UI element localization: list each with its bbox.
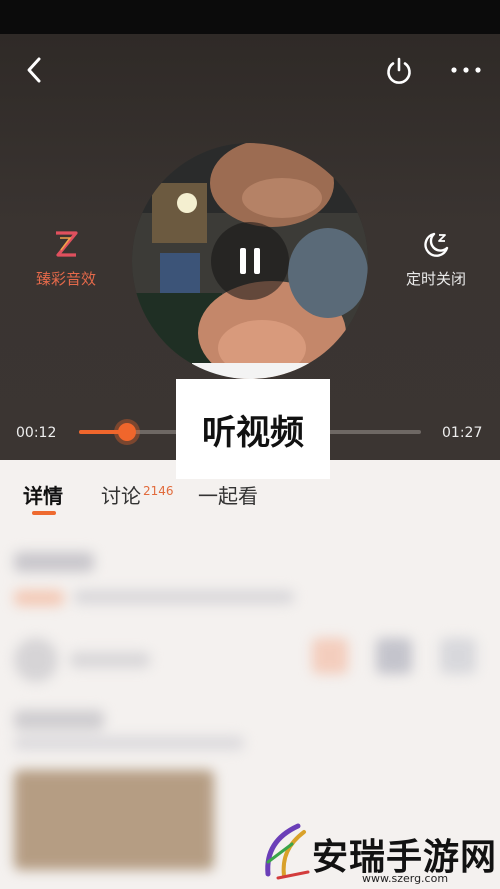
sound-effect-button[interactable]: 臻彩音效 <box>22 230 110 289</box>
more-options-button[interactable] <box>446 52 486 88</box>
blurred-author <box>70 652 150 668</box>
watermark: 安瑞手游网 www.szerg.com <box>252 818 500 889</box>
total-time: 01:27 <box>442 425 483 441</box>
blurred-section-title <box>14 710 104 730</box>
pause-icon <box>240 248 260 274</box>
tab-discuss[interactable]: 讨论 2146 <box>101 480 174 509</box>
blurred-avatar <box>14 638 58 682</box>
blurred-action-3 <box>440 638 476 674</box>
tab-details-label: 详情 <box>23 484 63 508</box>
chevron-left-icon <box>27 57 41 83</box>
blurred-action-2 <box>376 638 412 674</box>
z-logo-icon <box>56 231 78 257</box>
content-tabs: 详情 讨论 2146 一起看 <box>0 470 500 522</box>
blurred-action-1 <box>312 638 348 674</box>
active-tab-indicator <box>32 511 56 515</box>
moon-zz-icon <box>424 232 449 257</box>
current-time: 00:12 <box>16 425 57 441</box>
back-button[interactable] <box>16 52 52 88</box>
tab-watch-label: 一起看 <box>198 484 258 508</box>
blurred-tag <box>14 590 64 606</box>
blurred-section-text <box>14 736 244 750</box>
power-icon <box>387 57 411 84</box>
blurred-thumbnail <box>14 770 214 870</box>
sleep-timer-label: 定时关闭 <box>405 270 466 288</box>
blurred-title <box>14 552 94 572</box>
tab-discuss-label: 讨论 <box>101 484 141 508</box>
power-button[interactable] <box>380 52 418 90</box>
status-bar <box>0 0 500 34</box>
discuss-count-badge: 2146 <box>143 484 174 499</box>
tab-details[interactable]: 详情 <box>23 480 63 509</box>
pause-button[interactable] <box>211 222 289 300</box>
sleep-timer-button[interactable]: 定时关闭 <box>392 230 480 289</box>
brand-logo-icon <box>265 823 310 880</box>
overlay-caption: 听视频 <box>176 379 330 479</box>
blurred-subtitle <box>74 590 294 604</box>
sound-effect-label: 臻彩音效 <box>35 270 96 288</box>
watermark-url: www.szerg.com <box>362 872 449 885</box>
more-dots-icon <box>451 67 481 73</box>
progress-thumb[interactable] <box>117 423 136 441</box>
tab-watch-together[interactable]: 一起看 <box>198 480 258 509</box>
